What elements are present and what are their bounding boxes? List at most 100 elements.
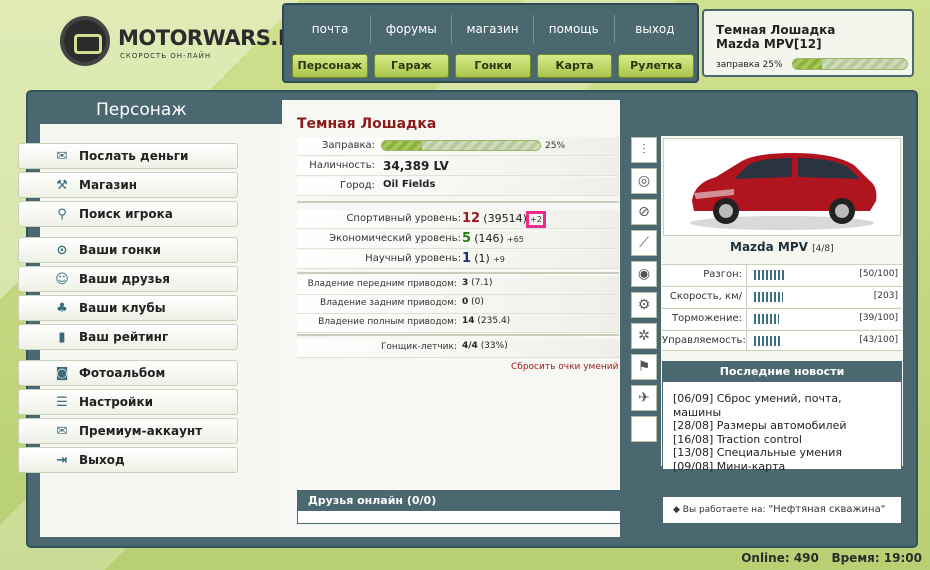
friends-icon: ☺ (55, 271, 69, 287)
nav-button-character[interactable]: Персонаж (292, 54, 368, 78)
science-level-points: (1) (474, 252, 490, 265)
science-level-row: Научный уровень: 1 (1) +9 (297, 250, 619, 269)
empty-slot[interactable] (631, 416, 657, 442)
tire-icon[interactable]: ◎ (631, 168, 657, 194)
left-panel-title: Персонаж (96, 100, 187, 120)
rear-drive-extra: (0) (471, 297, 484, 307)
nav-link-mail[interactable]: почта (290, 15, 372, 43)
user-name[interactable]: Темная Лошадка (716, 23, 835, 37)
menu-photo-album[interactable]: ◙ Фотоальбом (18, 360, 238, 386)
exit-icon: ⇥ (56, 452, 68, 468)
steering-wheel-icon: ⊙ (56, 242, 68, 258)
menu-premium-account[interactable]: ✉ Премиум-аккаунт (18, 418, 238, 444)
menu-send-money[interactable]: ✉ Послать деньги (18, 143, 238, 169)
nav-button-map[interactable]: Карта (536, 54, 613, 78)
fuel-row: Заправка: 25% (297, 137, 619, 156)
rear-drive-value: 0 (0) (462, 297, 484, 307)
user-fuel-bar (792, 58, 908, 70)
exhaust-icon[interactable]: ⊘ (631, 199, 657, 225)
stat-value: [50/100] (859, 269, 898, 279)
economic-level-points: (146) (474, 232, 504, 245)
gear-icon[interactable]: ✲ (631, 323, 657, 349)
front-drive-row: Владение передним приводом: 3 (7.1) (297, 276, 619, 295)
sport-level-label: Спортивный уровень: (346, 213, 461, 224)
stat-row-speed: Скорость, км/ч: [203] (662, 286, 902, 322)
menu-label: Выход (79, 453, 125, 467)
sport-level-value: 12 (39514) +2 (462, 211, 546, 228)
character-name: Темная Лошадка (297, 116, 437, 132)
front-drive-number: 3 (462, 278, 469, 288)
science-level-bonus: +9 (493, 255, 505, 264)
nav-button-garage[interactable]: Гараж (373, 54, 450, 78)
pilot-label: Гонщик-летчик: (380, 342, 457, 352)
menu-player-search[interactable]: ⚲ Поиск игрока (18, 201, 238, 227)
site-logo[interactable]: MOTORWARS.RU СКОРОСТЬ ОН-ЛАЙН (60, 14, 311, 70)
premium-icon: ✉ (56, 423, 68, 439)
job-place[interactable]: "Нефтяная скважина" (768, 504, 885, 515)
news-item[interactable]: [16/08] Traction control (673, 433, 891, 447)
nav-link-forums[interactable]: форумы (371, 15, 453, 43)
user-fuel-bar-fill (793, 59, 822, 69)
shop-icon: ⚒ (56, 177, 68, 193)
menu-shop[interactable]: ⚒ Магазин (18, 172, 238, 198)
stat-value: [203] (873, 291, 898, 301)
pilot-number: 4/4 (462, 341, 478, 351)
menu-your-races[interactable]: ⊙ Ваши гонки (18, 237, 238, 263)
menu-label: Ваши гонки (79, 243, 161, 257)
menu-your-friends[interactable]: ☺ Ваши друзья (18, 266, 238, 292)
brake-disc-icon[interactable]: ◉ (631, 261, 657, 287)
turbo-icon[interactable]: ✈ (631, 385, 657, 411)
economic-level-bonus: +65 (507, 235, 524, 244)
menu-settings[interactable]: ☰ Настройки (18, 389, 238, 415)
pilot-extra: (33%) (480, 341, 508, 351)
nav-button-races[interactable]: Гонки (455, 54, 531, 78)
economic-level-label: Экономический уровень: (329, 233, 461, 244)
reset-skills-link[interactable]: Сбросить очки умений (511, 362, 618, 372)
news-item[interactable]: [13/08] Специальные умения (673, 446, 891, 460)
sport-level-number: 12 (462, 211, 481, 226)
science-level-number: 1 (462, 251, 472, 266)
money-icon: ✉ (56, 148, 68, 164)
menu-your-rating[interactable]: ▮ Ваш рейтинг (18, 324, 238, 350)
car-image[interactable] (663, 138, 901, 236)
stat-value: [43/100] (859, 335, 898, 345)
menu-label: Магазин (79, 178, 138, 192)
stat-row-handling: Управляемость: [43/100] (662, 330, 902, 351)
menu-label: Премиум-аккаунт (79, 424, 203, 438)
economic-level-row: Экономический уровень: 5 (146) +65 (297, 230, 619, 249)
fuel-bar-empty (422, 141, 540, 150)
car-illustration (690, 153, 877, 230)
nav-link-logout[interactable]: выход (615, 15, 695, 43)
spring-icon[interactable]: ⟋ (631, 230, 657, 256)
user-fuel-bar-empty (822, 59, 907, 69)
engine-icon[interactable]: ⚙ (631, 292, 657, 318)
nav-link-help[interactable]: помощь (534, 15, 615, 43)
menu-exit[interactable]: ⇥ Выход (18, 447, 238, 473)
top-navigation: почта форумы магазин помощь выход Персон… (282, 3, 699, 83)
nav-button-roulette[interactable]: Рулетка (618, 54, 694, 78)
awd-drive-row: Владение полным приводом: 14 (235.4) (297, 314, 619, 333)
stat-label: Скорость, км/ч: (662, 287, 747, 322)
stat-row-braking: Торможение: [39/100] (662, 308, 902, 329)
fuel-bar (381, 140, 541, 151)
news-item[interactable]: [06/09] Сброс умений, почта, машины (673, 392, 891, 419)
nav-link-shop[interactable]: магазин (452, 15, 534, 43)
news-item[interactable]: [09/08] Мини-карта (673, 460, 891, 474)
news-panel: Последние новости [06/09] Сброс умений, … (662, 361, 902, 473)
menu-label: Ваши друзья (79, 272, 170, 286)
sport-level-bonus[interactable]: +2 (526, 211, 546, 228)
bullet-icon: ◆ (673, 505, 680, 515)
menu-your-clubs[interactable]: ♣ Ваши клубы (18, 295, 238, 321)
stat-value: [39/100] (859, 313, 898, 323)
divider (297, 272, 619, 274)
friends-online-panel: Друзья онлайн (0/0) (297, 490, 621, 524)
search-icon: ⚲ (57, 206, 67, 222)
rear-drive-row: Владение задним приводом: 0 (0) (297, 295, 619, 314)
news-item[interactable]: [28/08] Размеры автомобилей (673, 419, 891, 433)
shock-absorber-icon[interactable]: ⫶ (631, 137, 657, 163)
seat-icon[interactable]: ⚑ (631, 354, 657, 380)
stat-row-acceleration: Разгон: [50/100] (662, 264, 902, 285)
science-level-value: 1 (1) +9 (462, 251, 505, 266)
user-car[interactable]: Mazda MPV[12] (716, 37, 822, 51)
science-level-label: Научный уровень: (365, 253, 461, 264)
